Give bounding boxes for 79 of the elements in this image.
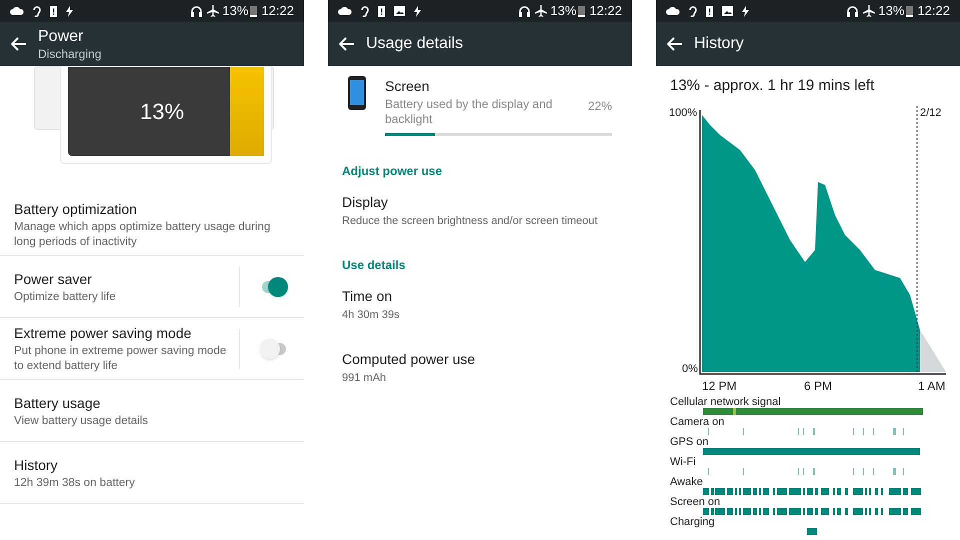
- clock-time: 12:22: [589, 2, 622, 20]
- axis-label: 100%: [669, 106, 698, 118]
- setting-summary: Put phone in extreme power saving mode to extend battery life: [14, 344, 228, 374]
- setting-summary: View battery usage details: [14, 414, 150, 428]
- setting-summary: Optimize battery life: [14, 290, 117, 304]
- screen-subtitle: Discharging: [38, 46, 102, 62]
- battery-level-text: 13%: [140, 98, 184, 126]
- axis-label: 12 PM: [702, 378, 737, 392]
- detail-summary: 991 mAh: [342, 371, 388, 386]
- app-description: Battery used by the display and backlight: [385, 97, 554, 127]
- ear-icon: [689, 6, 697, 16]
- screen-title: History: [694, 34, 744, 54]
- airplane-icon: [207, 5, 220, 17]
- airplane-icon: [535, 5, 548, 17]
- battery-alert-icon: [378, 5, 385, 17]
- track-label: Camera on: [670, 416, 726, 428]
- cloud-icon: [10, 7, 24, 15]
- screen-title: Power: [38, 26, 84, 46]
- battery-icon: [578, 5, 586, 17]
- bolt-icon: [66, 6, 73, 16]
- track-label: Screen on: [670, 496, 722, 508]
- cloud-icon: [338, 7, 352, 15]
- axis-label: 0%: [682, 362, 698, 374]
- activity-strip: [807, 528, 817, 534]
- detail-title[interactable]: Computed power use: [342, 349, 618, 370]
- axis-label: 1 AM: [918, 378, 946, 392]
- back-button[interactable]: [10, 35, 28, 53]
- headphones-icon: [191, 6, 202, 16]
- phone-icon: [348, 76, 366, 110]
- setting-title[interactable]: Battery usage: [14, 392, 280, 414]
- clock-time: 12:22: [917, 2, 950, 20]
- app-name: Screen: [385, 77, 430, 96]
- battery-percent: 13%: [878, 2, 904, 20]
- axis-label: 6 PM: [804, 378, 832, 392]
- toggle-switch[interactable]: [260, 338, 288, 358]
- cloud-icon: [666, 7, 680, 15]
- battery-alert-icon: [50, 5, 57, 17]
- ear-icon: [361, 6, 369, 16]
- back-button[interactable]: [338, 35, 356, 53]
- detail-summary: 4h 30m 39s: [342, 308, 400, 322]
- setting-summary: Manage which apps optimize battery usage during long periods of inactivity: [14, 220, 272, 250]
- section-heading: Adjust power use: [342, 163, 444, 180]
- detail-title[interactable]: Time on: [342, 286, 618, 306]
- setting-title[interactable]: Power saver: [14, 268, 229, 290]
- battery-alert-icon: [706, 5, 713, 17]
- track-label: Charging: [670, 516, 716, 528]
- battery-icon: [250, 5, 258, 17]
- bolt-icon: [414, 6, 421, 16]
- ear-icon: [33, 6, 41, 16]
- battery-percent: 13%: [550, 2, 576, 20]
- track-label: Awake: [670, 476, 704, 488]
- track-label: GPS on: [670, 436, 710, 448]
- back-arrow-icon: [667, 37, 683, 51]
- headphones-icon: [847, 6, 858, 16]
- bolt-icon: [742, 6, 749, 16]
- section-heading: Use details: [342, 256, 406, 274]
- clock-time: 12:22: [261, 2, 294, 20]
- headphones-icon: [519, 6, 530, 16]
- usage-percent: 22%: [586, 98, 612, 115]
- battery-icon: [906, 5, 914, 17]
- toggle-switch[interactable]: [260, 276, 288, 296]
- setting-title[interactable]: Battery optimization: [14, 199, 280, 220]
- track-label: Cellular network signal: [670, 396, 782, 408]
- setting-summary: 12h 39m 38s on battery: [14, 476, 136, 490]
- track-label: Wi-Fi: [670, 456, 697, 468]
- back-button[interactable]: [666, 35, 684, 53]
- image-icon: [722, 6, 733, 16]
- date-marker: 2/12: [920, 106, 942, 118]
- detail-title[interactable]: Display: [342, 192, 618, 213]
- back-arrow-icon: [11, 37, 27, 51]
- battery-estimate: 13% - approx. 1 hr 19 mins left: [669, 76, 876, 96]
- image-icon: [394, 6, 405, 16]
- setting-title[interactable]: History: [14, 454, 280, 476]
- back-arrow-icon: [339, 37, 355, 51]
- setting-title[interactable]: Extreme power saving mode: [14, 323, 229, 344]
- detail-summary: Reduce the screen brightness and/or screen timeout: [342, 214, 599, 229]
- battery-percent: 13%: [222, 2, 248, 20]
- screen-title: Usage details: [366, 34, 463, 54]
- airplane-icon: [863, 5, 876, 17]
